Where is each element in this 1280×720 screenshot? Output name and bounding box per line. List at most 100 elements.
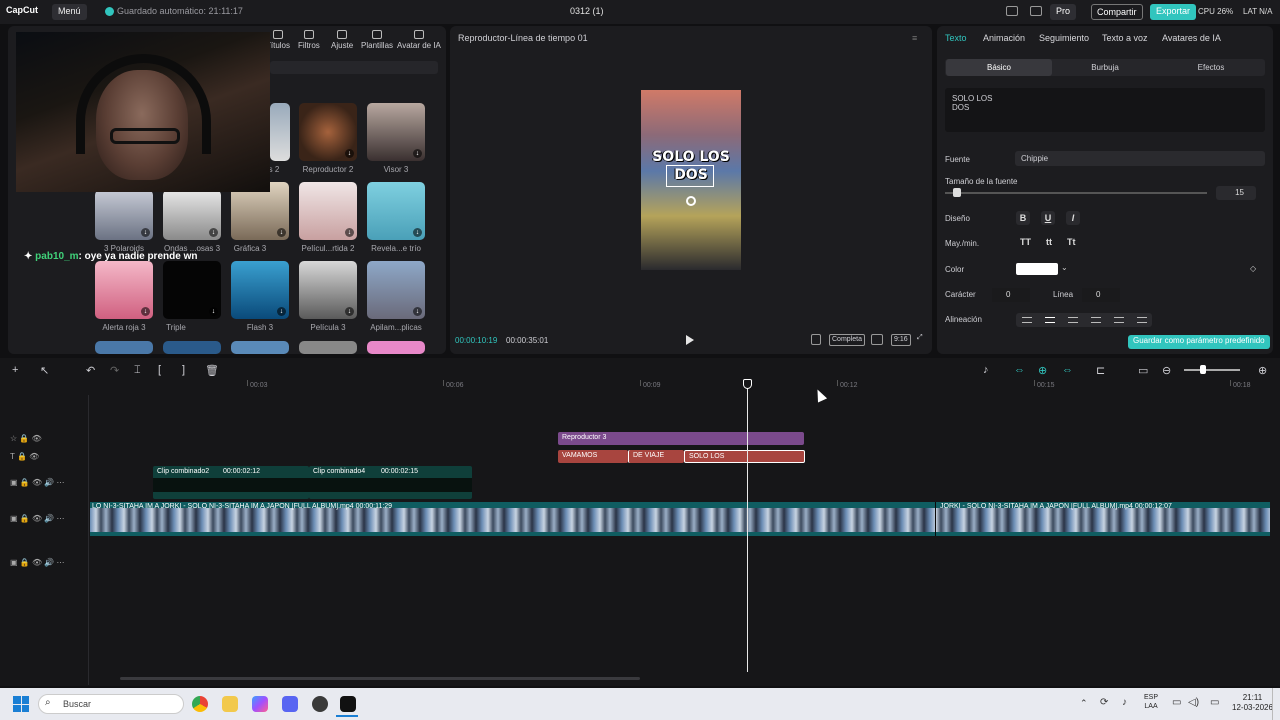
template-thumb[interactable] (367, 341, 425, 354)
save-default-button[interactable]: Guardar como parámetro predefinido (1128, 335, 1270, 349)
tab-ai-avatar[interactable]: Avatar de IA (397, 30, 441, 50)
play-icon[interactable] (686, 335, 694, 345)
track-controls-main[interactable]: ▣ 🔒 👁 🔊 ⋯ (10, 514, 65, 523)
language-indicator[interactable]: ESP LAA (1144, 693, 1158, 711)
template-thumb[interactable]: ↓ (299, 182, 357, 240)
pro-button[interactable]: Pro (1050, 4, 1077, 20)
chrome-icon[interactable] (192, 696, 208, 712)
zoom-fit-icon[interactable] (871, 334, 883, 345)
template-thumb[interactable]: ↓ (367, 182, 425, 240)
text-clip[interactable]: DE VIAJE (628, 450, 684, 463)
zoom-in-icon[interactable]: ⊕ (1258, 364, 1267, 377)
microphone-tray-icon[interactable]: ♪ (1122, 697, 1127, 708)
template-thumb[interactable] (270, 103, 290, 161)
template-thumb[interactable]: ↓ (367, 261, 425, 319)
template-thumb[interactable]: ↓ (163, 261, 221, 319)
network-icon[interactable]: ▭ (1172, 697, 1181, 708)
player-menu-icon[interactable]: ≡ (912, 33, 917, 43)
chevron-up-icon[interactable]: ⌃ (1080, 698, 1088, 709)
link-icon[interactable]: ⊕ (1038, 364, 1047, 377)
redo-icon[interactable]: ↷ (110, 364, 119, 377)
trim-left-icon[interactable]: [ (158, 364, 161, 376)
align-right-icon[interactable] (1068, 317, 1078, 323)
taskbar-clock[interactable]: 21:11 12-03-2026 (1232, 693, 1273, 713)
monitor-icon[interactable] (1030, 6, 1042, 16)
share-button[interactable]: Compartir (1091, 4, 1143, 20)
tab-adjust[interactable]: Ajuste (331, 30, 353, 50)
titlecase-button[interactable]: Tt (1067, 237, 1076, 247)
crop-icon[interactable] (811, 334, 821, 345)
subtab-basic[interactable]: Básico (946, 59, 1052, 76)
template-thumb[interactable] (231, 341, 289, 354)
template-thumb[interactable]: ↓ (299, 103, 357, 161)
copilot-icon[interactable] (252, 696, 268, 712)
tab-tracking[interactable]: Seguimiento (1039, 33, 1089, 43)
battery-icon[interactable]: ▭ (1210, 697, 1219, 708)
playhead[interactable] (747, 380, 748, 672)
template-thumb[interactable]: ↓ (163, 190, 221, 240)
delete-icon[interactable]: 🗑 (205, 364, 219, 377)
sync-icon[interactable]: ⟳ (1100, 697, 1108, 708)
bold-button[interactable]: B (1016, 211, 1030, 225)
template-thumb[interactable] (95, 341, 153, 354)
template-thumb[interactable]: ↓ (95, 261, 153, 319)
search-input[interactable] (270, 61, 438, 74)
template-thumb[interactable]: ↓ (367, 103, 425, 161)
menu-button[interactable]: Menú (52, 4, 87, 20)
obs-icon[interactable] (312, 696, 328, 712)
zoom-slider[interactable] (1184, 369, 1240, 371)
tab-text[interactable]: Texto (945, 33, 967, 43)
font-size-input[interactable]: 15 (1216, 186, 1256, 200)
microphone-icon[interactable]: ♪ (983, 364, 989, 376)
taskbar-search[interactable]: Buscar (38, 694, 184, 714)
subtab-effects[interactable]: Efectos (1158, 59, 1264, 76)
keyframe-icon[interactable]: ◇ (1250, 264, 1256, 273)
tab-text-to-speech[interactable]: Texto a voz (1102, 33, 1148, 43)
track-controls-effects[interactable]: ☆ 🔒 👁 (10, 434, 42, 443)
vertical-top-icon[interactable] (1114, 317, 1124, 323)
font-size-slider[interactable] (945, 192, 1207, 194)
ratio-button[interactable]: 9:16 (891, 334, 911, 346)
text-clip-selected[interactable]: SOLO LOS (684, 450, 805, 463)
show-desktop-button[interactable] (1272, 688, 1280, 720)
font-size-slider-knob[interactable] (953, 188, 961, 197)
text-input[interactable]: SOLO LOS DOS (945, 88, 1265, 132)
discord-icon[interactable] (282, 696, 298, 712)
layout-icon[interactable] (1006, 6, 1018, 16)
fullscreen-icon[interactable]: ⤢ (917, 334, 928, 345)
align-center-icon[interactable] (1045, 317, 1055, 323)
tab-ai-avatars[interactable]: Avatares de IA (1162, 33, 1221, 43)
effect-clip[interactable]: Reproductor 3 (558, 432, 804, 445)
vertical-bottom-icon[interactable] (1137, 317, 1147, 323)
preview-axis-icon[interactable]: ⇔ (1062, 364, 1073, 376)
captions-icon[interactable]: ▭ (1138, 364, 1148, 377)
subtab-bubble[interactable]: Burbuja (1052, 59, 1158, 76)
template-thumb[interactable] (163, 341, 221, 354)
volume-icon[interactable]: ◁) (1188, 697, 1199, 708)
lowercase-button[interactable]: tt (1046, 237, 1052, 247)
align-justify-icon[interactable] (1091, 317, 1101, 323)
template-thumb[interactable]: ↓ (231, 261, 289, 319)
uppercase-button[interactable]: TT (1020, 237, 1031, 247)
magnet-icon[interactable]: ⇔ (1014, 364, 1025, 376)
playhead-handle[interactable] (743, 379, 752, 389)
text-clip[interactable]: VAMAMOS (558, 450, 628, 463)
compound-clip[interactable]: Clip combinado4 00:00:02:15 (309, 466, 472, 499)
template-thumb[interactable] (299, 341, 357, 354)
text-selection-box[interactable] (666, 165, 714, 187)
track-controls-text[interactable]: T 🔒 👁 (10, 452, 39, 461)
italic-button[interactable]: I (1066, 211, 1080, 225)
snap-icon[interactable]: ⊏ (1096, 364, 1105, 377)
trim-right-icon[interactable]: ] (182, 364, 185, 376)
color-swatch[interactable] (1016, 263, 1058, 275)
export-button[interactable]: Exportar (1150, 4, 1197, 20)
template-thumb[interactable]: ↓ (299, 261, 357, 319)
track-controls-overlay[interactable]: ▣ 🔒 👁 🔊 ⋯ (10, 478, 65, 487)
char-spacing-input[interactable]: 0 (992, 288, 1030, 302)
align-left-icon[interactable] (1022, 317, 1032, 323)
file-explorer-icon[interactable] (222, 696, 238, 712)
line-spacing-input[interactable]: 0 (1082, 288, 1120, 302)
timeline-scrollbar[interactable] (120, 677, 640, 680)
tab-templates[interactable]: Plantillas (361, 30, 393, 50)
rotate-handle-icon[interactable] (686, 196, 696, 206)
